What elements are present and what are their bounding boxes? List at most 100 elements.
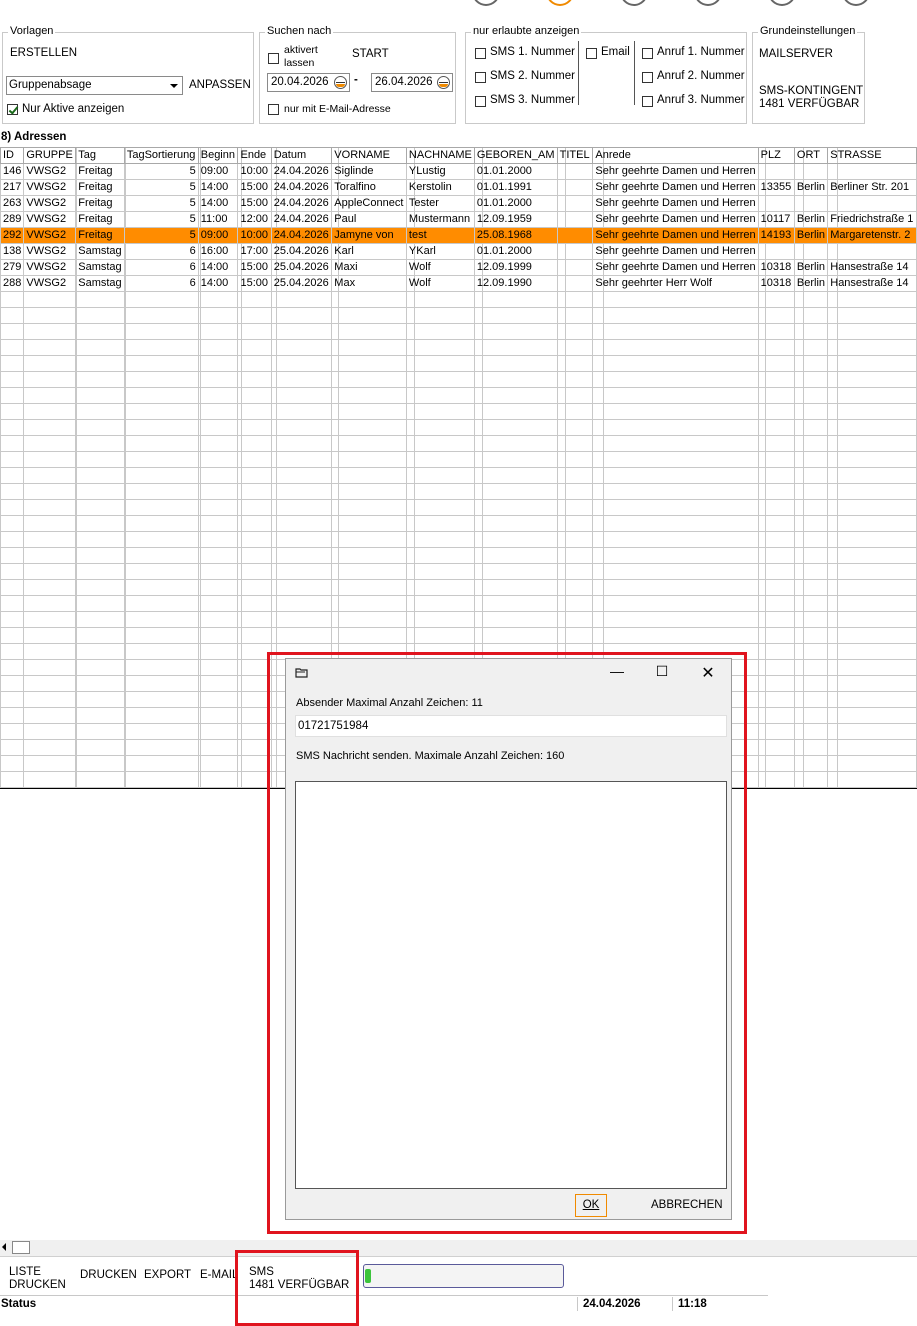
table-cell[interactable] xyxy=(23,531,77,548)
table-cell[interactable] xyxy=(23,291,77,308)
table-cell[interactable] xyxy=(757,659,795,676)
table-cell[interactable]: 24.04.2026 xyxy=(270,227,333,244)
table-cell[interactable] xyxy=(75,307,125,324)
table-cell[interactable]: VWSG2 xyxy=(23,243,77,260)
table-cell[interactable] xyxy=(197,291,239,308)
table-cell[interactable] xyxy=(270,563,333,580)
scrollbar-thumb[interactable] xyxy=(12,1241,30,1254)
table-cell[interactable] xyxy=(197,355,239,372)
table-cell[interactable] xyxy=(405,611,475,628)
table-cell[interactable] xyxy=(757,355,795,372)
empty-row[interactable] xyxy=(0,403,917,420)
table-cell[interactable] xyxy=(757,691,795,708)
table-cell[interactable] xyxy=(123,483,199,500)
table-cell[interactable]: Freitag xyxy=(75,211,125,228)
table-cell[interactable] xyxy=(123,323,199,340)
table-cell[interactable] xyxy=(123,499,199,516)
table-cell[interactable] xyxy=(23,355,77,372)
table-cell[interactable] xyxy=(473,579,558,596)
table-cell[interactable]: 13355 xyxy=(757,179,795,196)
table-cell[interactable] xyxy=(197,339,239,356)
table-cell[interactable] xyxy=(75,403,125,420)
table-cell[interactable] xyxy=(23,611,77,628)
table-cell[interactable] xyxy=(237,595,272,612)
table-cell[interactable] xyxy=(592,611,759,628)
table-cell[interactable] xyxy=(757,627,795,644)
table-cell[interactable] xyxy=(197,403,239,420)
table-cell[interactable] xyxy=(827,643,917,660)
table-cell[interactable]: 146 xyxy=(0,163,25,180)
column-header[interactable]: Ende xyxy=(237,147,272,164)
table-cell[interactable]: 5 xyxy=(123,163,199,180)
table-cell[interactable] xyxy=(556,611,594,628)
table-cell[interactable] xyxy=(23,323,77,340)
table-cell[interactable] xyxy=(757,323,795,340)
table-cell[interactable]: Berlin xyxy=(793,211,829,228)
table-cell[interactable]: Sehr geehrte Damen und Herren xyxy=(592,211,759,228)
table-cell[interactable] xyxy=(757,435,795,452)
table-cell[interactable] xyxy=(23,579,77,596)
table-cell[interactable] xyxy=(197,531,239,548)
table-cell[interactable] xyxy=(757,163,795,180)
empty-row[interactable] xyxy=(0,499,917,516)
table-cell[interactable]: VWSG2 xyxy=(23,179,77,196)
table-cell[interactable] xyxy=(405,451,475,468)
table-cell[interactable] xyxy=(757,643,795,660)
table-cell[interactable]: Berlin xyxy=(793,179,829,196)
table-cell[interactable]: Sehr geehrte Damen und Herren xyxy=(592,259,759,276)
table-row[interactable]: 279 VWSG2 Samstag 6 14:00 15:00 25.04.2026 Maxi… xyxy=(0,259,917,276)
email-button[interactable]: E-MAIL xyxy=(200,1269,238,1281)
table-cell[interactable] xyxy=(757,387,795,404)
table-cell[interactable] xyxy=(556,259,594,276)
table-cell[interactable] xyxy=(757,707,795,724)
table-cell[interactable]: Sehr geehrte Damen und Herren xyxy=(592,179,759,196)
table-cell[interactable] xyxy=(592,403,759,420)
table-row[interactable]: 289 VWSG2 Freitag 5 11:00 12:00 24.04.2026 Paul… xyxy=(0,211,917,228)
table-cell[interactable] xyxy=(827,339,917,356)
table-cell[interactable] xyxy=(75,739,125,756)
table-cell[interactable] xyxy=(0,387,25,404)
table-cell[interactable] xyxy=(0,595,25,612)
anruf3-checkbox[interactable] xyxy=(642,96,653,107)
sms2-checkbox[interactable] xyxy=(475,72,486,83)
table-cell[interactable] xyxy=(197,627,239,644)
table-cell[interactable] xyxy=(331,403,407,420)
table-cell[interactable] xyxy=(23,435,77,452)
table-cell[interactable]: Freitag xyxy=(75,163,125,180)
table-cell[interactable] xyxy=(793,483,829,500)
table-cell[interactable] xyxy=(197,691,239,708)
table-cell[interactable] xyxy=(197,419,239,436)
table-cell[interactable] xyxy=(237,403,272,420)
table-cell[interactable] xyxy=(827,675,917,692)
table-cell[interactable]: Margaretenstr. 2 xyxy=(827,227,917,244)
table-cell[interactable]: 292 xyxy=(0,227,25,244)
table-cell[interactable] xyxy=(473,371,558,388)
column-header[interactable]: ID xyxy=(0,147,25,164)
empty-row[interactable] xyxy=(0,579,917,596)
table-cell[interactable] xyxy=(827,419,917,436)
table-cell[interactable] xyxy=(23,419,77,436)
table-cell[interactable] xyxy=(270,467,333,484)
table-cell[interactable]: Freitag xyxy=(75,195,125,212)
table-cell[interactable] xyxy=(23,771,77,788)
column-header[interactable]: Datum xyxy=(270,147,333,164)
table-cell[interactable] xyxy=(23,691,77,708)
table-cell[interactable] xyxy=(793,195,829,212)
table-cell[interactable] xyxy=(757,771,795,788)
table-cell[interactable] xyxy=(75,659,125,676)
table-cell[interactable]: Toralfino xyxy=(331,179,407,196)
table-cell[interactable] xyxy=(123,307,199,324)
erstellen-button[interactable]: ERSTELLEN xyxy=(10,47,77,59)
table-cell[interactable] xyxy=(793,339,829,356)
table-cell[interactable] xyxy=(793,691,829,708)
table-row[interactable]: 138 VWSG2 Samstag 6 16:00 17:00 25.04.2026 Karl… xyxy=(0,243,917,260)
table-cell[interactable] xyxy=(197,451,239,468)
table-cell[interactable] xyxy=(473,627,558,644)
table-cell[interactable] xyxy=(123,547,199,564)
table-cell[interactable] xyxy=(331,291,407,308)
nur-email-checkbox[interactable] xyxy=(268,104,279,115)
table-cell[interactable]: Max xyxy=(331,275,407,292)
table-cell[interactable] xyxy=(473,435,558,452)
table-cell[interactable] xyxy=(331,307,407,324)
table-cell[interactable] xyxy=(405,419,475,436)
